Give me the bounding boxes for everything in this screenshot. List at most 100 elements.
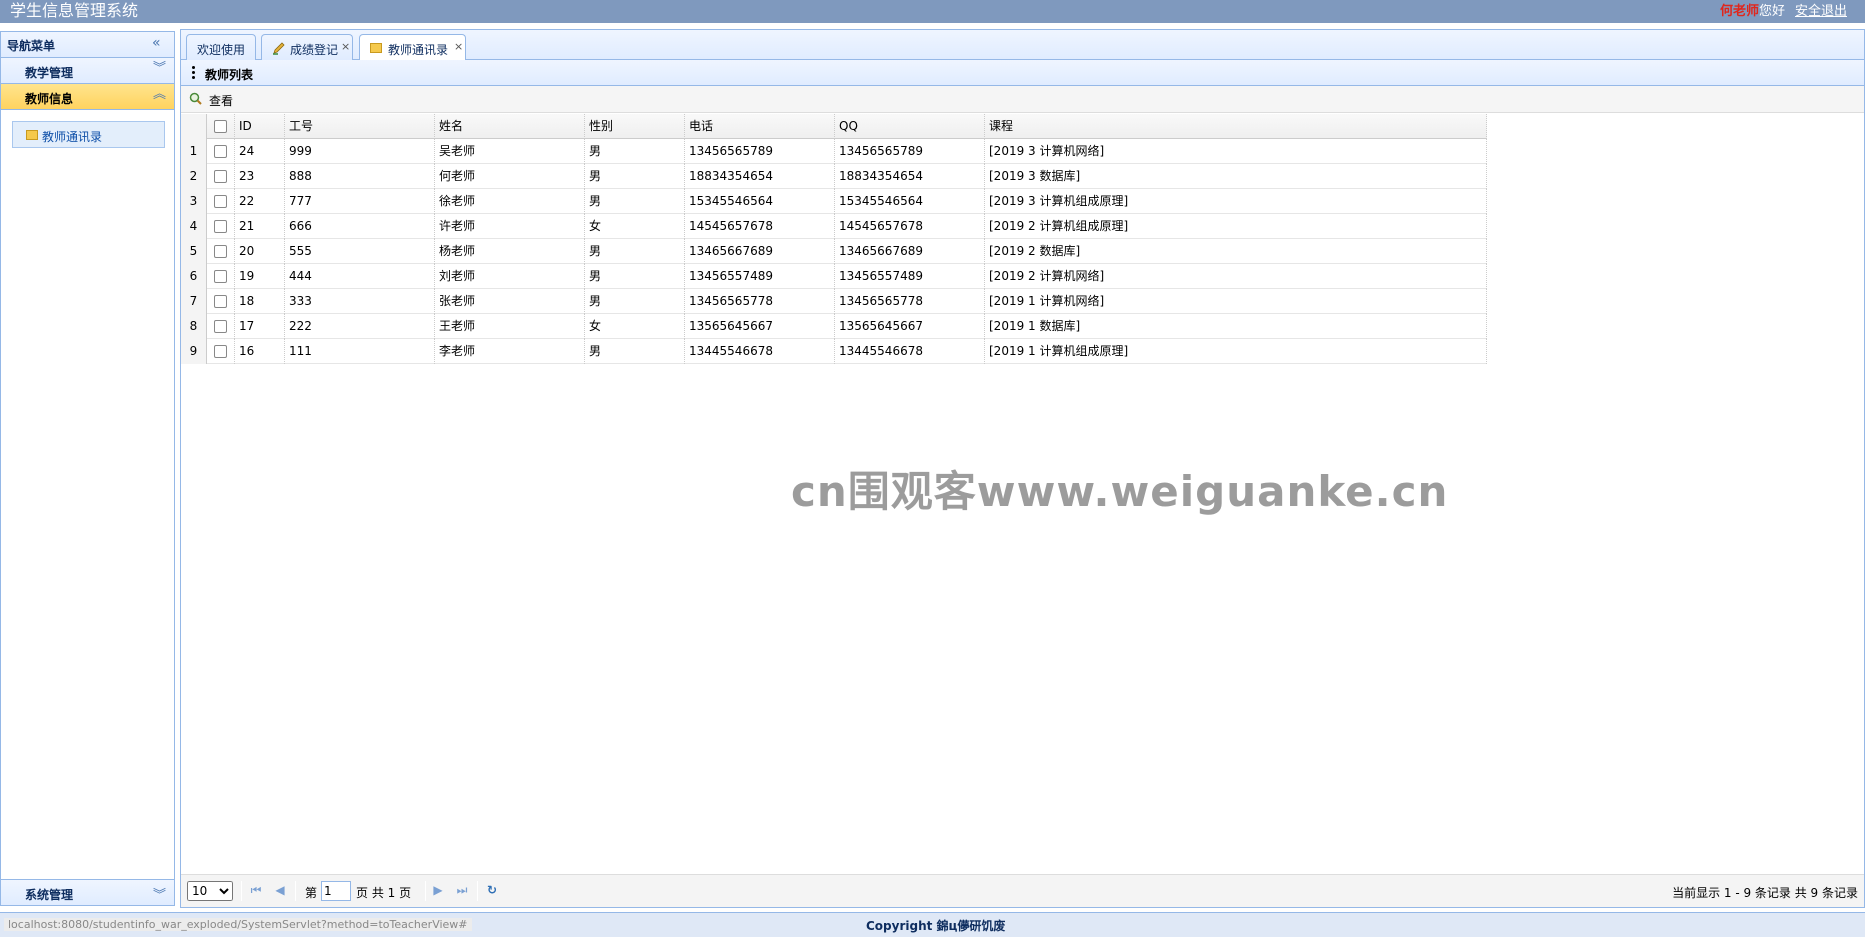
row-checkbox[interactable] [207, 339, 235, 364]
tab-welcome[interactable]: 欢迎使用 [186, 34, 256, 60]
cell-name: 杨老师 [435, 239, 585, 264]
pager-separator [241, 881, 242, 901]
pager-separator [477, 881, 478, 901]
row-checkbox[interactable] [207, 289, 235, 314]
cell-phone: 13456565778 [685, 289, 835, 314]
cell-number: 222 [285, 314, 435, 339]
pen-icon [273, 42, 285, 55]
cell-id: 22 [235, 189, 285, 214]
cell-id: 21 [235, 214, 285, 239]
tab-grade-entry[interactable]: 成绩登记 × [261, 34, 353, 60]
nav-section-system[interactable]: 系统管理 ︾ [1, 879, 174, 905]
app-header: 学生信息管理系统 何老师您好 安全退出 [0, 0, 1865, 23]
table-row[interactable]: 8 17 222 王老师女 13565645667 13565645667 [2019 1 … [181, 314, 1487, 339]
table-row[interactable]: 6 19 444 刘老师男 13456557489 13456557489 [2019 2 … [181, 264, 1487, 289]
table-row[interactable]: 2 23 888 何老师男 18834354654 18834354654 [2019 3 … [181, 164, 1487, 189]
cell-qq: 13565645667 [835, 314, 985, 339]
cell-qq: 15345546564 [835, 189, 985, 214]
tab-teacher-contacts[interactable]: 教师通讯录 × [359, 34, 466, 61]
status-url: localhost:8080/studentinfo_war_exploded/… [4, 918, 472, 931]
cell-course: [2019 1 数据库] [985, 314, 1487, 339]
cell-gender: 男 [585, 239, 685, 264]
cell-phone: 13456557489 [685, 264, 835, 289]
teacher-table: ID 工号 姓名 性别 电话 QQ 课程 1 24 999 吴老师男 134565657… [181, 114, 1487, 364]
row-number: 8 [181, 314, 207, 339]
row-checkbox[interactable] [207, 239, 235, 264]
search-icon [189, 92, 202, 105]
column-header-gender[interactable]: 性别 [585, 114, 685, 139]
cell-gender: 男 [585, 139, 685, 164]
nav-section-teacher-info[interactable]: 教师信息 ︽ [1, 84, 174, 110]
cell-number: 666 [285, 214, 435, 239]
prev-page-icon[interactable]: ◀ [273, 883, 287, 897]
cell-course: [2019 1 计算机网络] [985, 289, 1487, 314]
collapse-left-icon[interactable]: « [152, 36, 166, 50]
nav-section-label: 系统管理 [25, 888, 74, 902]
cell-qq: 13465667689 [835, 239, 985, 264]
first-page-icon[interactable]: ⏮ [249, 883, 263, 897]
nav-section-body: 教师通讯录 [1, 110, 174, 885]
column-header-name[interactable]: 姓名 [435, 114, 585, 139]
logout-link[interactable]: 安全退出 [1795, 4, 1847, 19]
close-icon[interactable]: × [454, 40, 463, 53]
cell-gender: 男 [585, 289, 685, 314]
column-header-phone[interactable]: 电话 [685, 114, 835, 139]
panel-title-bar: 教师列表 [181, 60, 1864, 86]
view-button-label: 查看 [209, 94, 234, 108]
table-row[interactable]: 1 24 999 吴老师男 13456565789 13456565789 [2019 3 … [181, 139, 1487, 164]
menu-dots-icon [192, 66, 195, 81]
next-page-icon[interactable]: ▶ [431, 883, 445, 897]
cell-name: 张老师 [435, 289, 585, 314]
column-header-qq[interactable]: QQ [835, 114, 985, 139]
book-icon [26, 130, 38, 140]
cell-gender: 男 [585, 189, 685, 214]
table-row[interactable]: 3 22 777 徐老师男 15345546564 15345546564 [2019 3 … [181, 189, 1487, 214]
row-checkbox[interactable] [207, 264, 235, 289]
last-page-icon[interactable]: ⏭ [455, 883, 469, 897]
cell-number: 888 [285, 164, 435, 189]
page-number-input[interactable] [321, 881, 351, 901]
table-row[interactable]: 4 21 666 许老师女 14545657678 14545657678 [2019 2 … [181, 214, 1487, 239]
main-panel: 欢迎使用 成绩登记 × 教师通讯录 × 教师列表 查看 ID 工号 姓名 性别 [180, 29, 1865, 908]
row-number: 3 [181, 189, 207, 214]
cell-number: 555 [285, 239, 435, 264]
table-row[interactable]: 5 20 555 杨老师男 13465667689 13465667689 [2019 2 … [181, 239, 1487, 264]
page-suffix: 页 共 1 页 [356, 886, 412, 900]
column-header-course[interactable]: 课程 [985, 114, 1487, 139]
cell-id: 18 [235, 289, 285, 314]
cell-gender: 男 [585, 264, 685, 289]
toolbar: 查看 [181, 86, 1864, 113]
row-checkbox[interactable] [207, 139, 235, 164]
cell-course: [2019 3 数据库] [985, 164, 1487, 189]
column-header-id[interactable]: ID [235, 114, 285, 139]
page-size-select[interactable]: 10 [187, 881, 233, 901]
row-checkbox[interactable] [207, 189, 235, 214]
row-checkbox[interactable] [207, 164, 235, 189]
refresh-icon[interactable]: ↻ [485, 883, 499, 897]
column-header-number[interactable]: 工号 [285, 114, 435, 139]
view-button[interactable]: 查看 [187, 89, 233, 109]
pager-separator [295, 881, 296, 901]
cell-id: 16 [235, 339, 285, 364]
row-number-header [181, 114, 207, 139]
row-checkbox[interactable] [207, 214, 235, 239]
close-icon[interactable]: × [341, 40, 350, 53]
row-number: 6 [181, 264, 207, 289]
cell-id: 23 [235, 164, 285, 189]
select-all-checkbox[interactable] [207, 114, 235, 139]
cell-name: 何老师 [435, 164, 585, 189]
cell-number: 444 [285, 264, 435, 289]
cell-phone: 13445546678 [685, 339, 835, 364]
table-row[interactable]: 7 18 333 张老师男 13456565778 13456565778 [2019 1 … [181, 289, 1487, 314]
cell-name: 许老师 [435, 214, 585, 239]
row-number: 2 [181, 164, 207, 189]
row-checkbox[interactable] [207, 314, 235, 339]
cell-phone: 13456565789 [685, 139, 835, 164]
nav-item-teacher-contacts[interactable]: 教师通讯录 [12, 121, 165, 148]
nav-section-teaching[interactable]: 教学管理 ︾ [1, 58, 174, 84]
nav-header: 导航菜单 « [1, 32, 174, 58]
table-row[interactable]: 9 16 111 李老师男 13445546678 13445546678 [2019 1 … [181, 339, 1487, 364]
cell-qq: 13456557489 [835, 264, 985, 289]
row-number: 4 [181, 214, 207, 239]
watermark: cn围观客www.weiguanke.cn [791, 467, 1449, 516]
